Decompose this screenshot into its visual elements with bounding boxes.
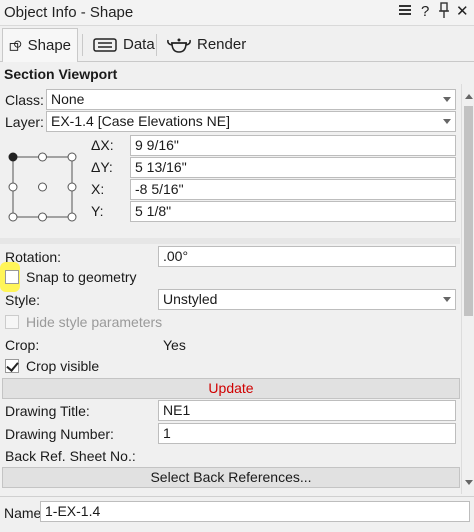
close-button[interactable]: ✕ bbox=[456, 3, 469, 21]
y-label: Y: bbox=[91, 203, 104, 219]
snap-to-geometry-checkbox[interactable] bbox=[5, 270, 19, 284]
ref-point bbox=[67, 212, 77, 222]
ref-point bbox=[38, 182, 47, 192]
teapot-icon bbox=[167, 38, 191, 53]
hide-style-parameters-label: Hide style parameters bbox=[26, 314, 163, 330]
tab-bar: Shape Data Render bbox=[0, 26, 474, 62]
scroll-down-icon[interactable] bbox=[465, 480, 473, 485]
scroll-up-icon[interactable] bbox=[465, 94, 473, 99]
drawing-title-field[interactable]: NE1 bbox=[158, 400, 456, 421]
layer-dropdown[interactable]: EX-1.4 [Case Elevations NE] bbox=[46, 111, 456, 132]
tab-data[interactable]: Data bbox=[86, 28, 161, 61]
snap-to-geometry-label: Snap to geometry bbox=[26, 269, 137, 285]
class-dropdown[interactable]: None bbox=[46, 89, 456, 110]
name-value: 1-EX-1.4 bbox=[45, 503, 101, 519]
delta-y-value: 5 13/16" bbox=[135, 159, 187, 175]
ref-point bbox=[38, 212, 47, 222]
shape-icon bbox=[9, 40, 22, 51]
y-field[interactable]: 5 1/8" bbox=[130, 201, 456, 222]
pin-icon[interactable] bbox=[437, 2, 451, 25]
rotation-field[interactable]: .00° bbox=[158, 246, 456, 267]
drawing-title-value: NE1 bbox=[163, 402, 191, 418]
crop-visible-checkbox[interactable] bbox=[5, 359, 19, 373]
x-value: -8 5/16" bbox=[135, 181, 184, 197]
hide-style-parameters-checkbox[interactable] bbox=[5, 315, 19, 329]
y-value: 5 1/8" bbox=[135, 203, 172, 219]
select-back-references-label: Select Back References... bbox=[150, 469, 312, 485]
x-field[interactable]: -8 5/16" bbox=[130, 179, 456, 200]
update-label: Update bbox=[208, 380, 254, 396]
crop-visible-label: Crop visible bbox=[26, 358, 100, 374]
delta-x-field[interactable]: 9 9/16" bbox=[130, 135, 456, 156]
drawing-number-field[interactable]: 1 bbox=[158, 423, 456, 444]
drawing-title-label: Drawing Title: bbox=[5, 403, 90, 419]
ref-point bbox=[8, 152, 18, 162]
style-label: Style: bbox=[5, 292, 41, 308]
name-field[interactable]: 1-EX-1.4 bbox=[40, 501, 470, 522]
layer-value: EX-1.4 [Case Elevations NE] bbox=[51, 113, 230, 129]
select-back-references-button[interactable]: Select Back References... bbox=[2, 467, 460, 488]
back-ref-sheet-label: Back Ref. Sheet No.: bbox=[5, 448, 136, 464]
tab-shape[interactable]: Shape bbox=[2, 28, 78, 62]
window-title: Object Info - Shape bbox=[4, 4, 134, 21]
ref-point bbox=[67, 182, 77, 192]
crop-label: Crop: bbox=[5, 337, 40, 353]
tab-label: Data bbox=[123, 36, 155, 53]
section-title: Section Viewport bbox=[4, 66, 118, 82]
style-value: Unstyled bbox=[163, 291, 218, 307]
chevron-down-icon bbox=[443, 119, 451, 124]
drawing-number-value: 1 bbox=[163, 425, 171, 441]
tab-divider bbox=[82, 34, 83, 56]
tab-divider bbox=[156, 34, 157, 56]
tab-render[interactable]: Render bbox=[160, 28, 252, 61]
ref-point bbox=[38, 152, 47, 162]
update-button[interactable]: Update bbox=[2, 378, 460, 399]
class-value: None bbox=[51, 91, 85, 107]
style-dropdown[interactable]: Unstyled bbox=[158, 289, 456, 310]
reference-point-grid[interactable] bbox=[4, 148, 80, 226]
class-label: Class: bbox=[5, 92, 44, 108]
delta-y-field[interactable]: 5 13/16" bbox=[130, 157, 456, 178]
help-button[interactable]: ? bbox=[421, 3, 429, 21]
delta-x-value: 9 9/16" bbox=[135, 137, 179, 153]
chevron-down-icon bbox=[443, 297, 451, 302]
scrollbar[interactable] bbox=[461, 84, 474, 494]
chevron-down-icon bbox=[443, 97, 451, 102]
layer-label: Layer: bbox=[5, 114, 44, 130]
name-bar: Name: 1-EX-1.4 bbox=[0, 496, 474, 532]
crop-value: Yes bbox=[163, 337, 186, 353]
delta-y-label: ΔY: bbox=[91, 159, 113, 175]
data-icon bbox=[93, 37, 117, 52]
drawing-number-label: Drawing Number: bbox=[5, 426, 114, 442]
ref-point bbox=[8, 182, 18, 192]
scrollbar-thumb[interactable] bbox=[464, 106, 473, 316]
ref-point bbox=[8, 212, 18, 222]
tab-label: Shape bbox=[27, 37, 71, 54]
divider-band bbox=[0, 238, 460, 244]
delta-x-label: ΔX: bbox=[91, 137, 114, 153]
title-bar: Object Info - Shape ? ✕ bbox=[0, 0, 474, 26]
ref-point bbox=[67, 152, 77, 162]
tab-label: Render bbox=[197, 36, 247, 53]
rotation-value: .00° bbox=[163, 248, 189, 264]
x-label: X: bbox=[91, 181, 105, 197]
hamburger-icon[interactable] bbox=[398, 3, 412, 22]
